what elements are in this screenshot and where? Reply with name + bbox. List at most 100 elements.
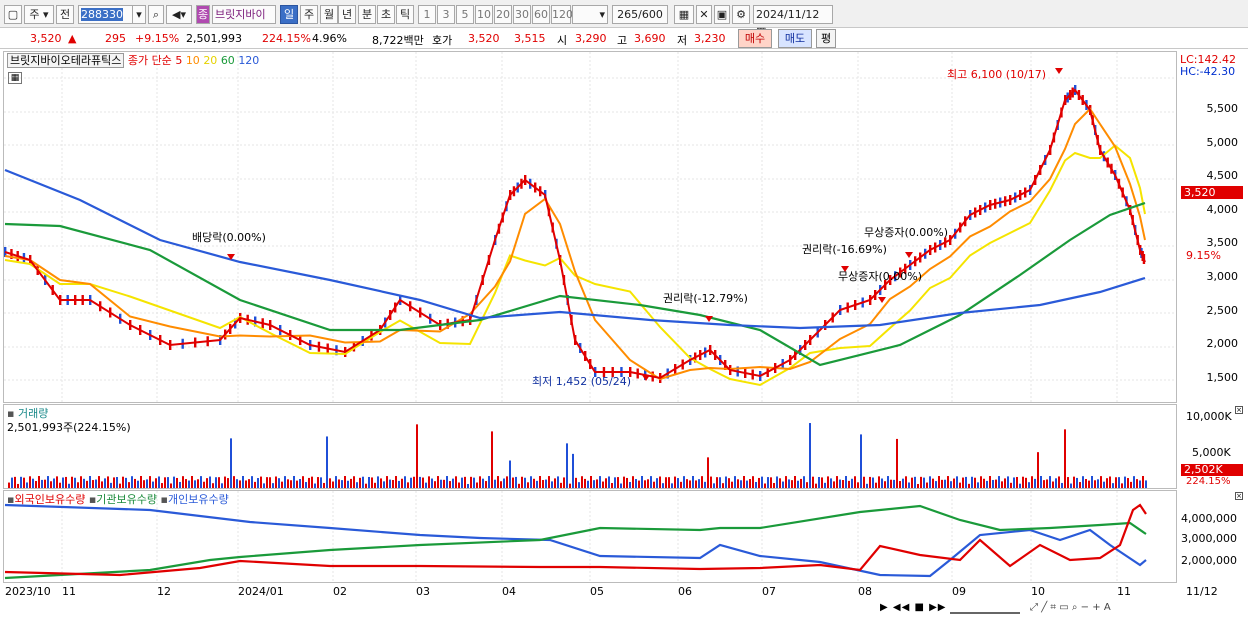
volume-bar — [689, 480, 691, 488]
volume-bar — [497, 476, 499, 488]
volume-bar — [761, 476, 763, 488]
volume-bar — [383, 481, 385, 488]
volume-bar — [827, 476, 829, 488]
volume-bar — [182, 476, 184, 488]
volume-bar — [59, 482, 61, 488]
volume-close-icon[interactable]: × — [1235, 406, 1243, 414]
zoom-icon[interactable]: ⌕ — [1072, 602, 1078, 613]
volume-bar — [599, 476, 601, 488]
volume-bar — [647, 479, 649, 488]
volume-bar — [1004, 478, 1006, 488]
volume-bar — [1118, 477, 1120, 488]
volume-bar — [89, 476, 91, 488]
volume-bar — [104, 478, 106, 488]
next-page-icon[interactable]: ▶▶ — [929, 602, 946, 613]
volume-bar — [1094, 480, 1096, 488]
volume-bar — [608, 476, 610, 488]
volume-bar — [767, 477, 769, 488]
volume-bar — [566, 443, 568, 488]
volume-bar — [233, 476, 235, 488]
volume-bar — [707, 457, 709, 488]
stop-icon[interactable]: ■ — [914, 602, 924, 613]
volume-bar — [461, 477, 463, 488]
volume-bar — [146, 479, 148, 488]
ma120-line — [4, 168, 1146, 330]
event-rights-2: 권리락(-16.69%) — [802, 243, 887, 256]
volume-bar — [479, 476, 481, 488]
line-tool-icon[interactable]: ╱ — [1041, 602, 1047, 613]
volume-bar — [902, 478, 904, 488]
volume-bar — [560, 482, 562, 488]
tool-icons: ⤢ ╱ ⌗ ▭ ⌕ − + A — [1030, 602, 1111, 613]
volume-bar — [113, 477, 115, 488]
volume-bar — [920, 476, 922, 488]
volume-bar — [74, 477, 76, 488]
volume-bar — [299, 479, 301, 488]
plus-icon[interactable]: + — [1092, 602, 1100, 613]
volume-bar — [650, 476, 652, 488]
prev-page-icon[interactable]: ◀◀ — [893, 602, 910, 613]
price-axis: 5,500 5,000 4,500 4,000 3,500 3,000 2,50… — [1178, 51, 1244, 403]
font-icon[interactable]: A — [1104, 602, 1111, 613]
volume-bar — [218, 477, 220, 488]
minus-icon[interactable]: − — [1081, 602, 1089, 613]
volume-bar — [269, 477, 271, 488]
event-arrow — [905, 252, 913, 258]
price-tick: 4,500 — [1206, 169, 1239, 182]
price-tick: 2,500 — [1206, 304, 1239, 317]
volume-bar — [923, 477, 925, 488]
holder-close-icon[interactable]: × — [1235, 492, 1243, 500]
volume-bar — [143, 480, 145, 488]
high-note: 최고 6,100 (10/17) — [947, 68, 1047, 81]
shape-tool-icon[interactable]: ▭ — [1059, 602, 1068, 613]
volume-bar — [575, 477, 577, 488]
table-icon[interactable]: ▦ — [8, 72, 22, 84]
volume-bar — [1013, 477, 1015, 488]
volume-bar — [137, 480, 139, 488]
volume-bar — [1040, 476, 1042, 488]
draw-tool-icon[interactable]: ⤢ — [1030, 602, 1038, 613]
x-tick: 05 — [590, 585, 604, 598]
holder-legend: ▪외국인보유수량 ▪기관보유수량 ▪개인보유수량 — [7, 491, 229, 507]
play-icon[interactable]: ▶ — [880, 602, 889, 613]
volume-bar — [704, 481, 706, 488]
volume-bar — [122, 476, 124, 488]
volume-bar — [989, 476, 991, 488]
volume-bar — [893, 479, 895, 488]
volume-bar — [260, 476, 262, 488]
volume-bar — [824, 482, 826, 488]
volume-bar — [1019, 483, 1021, 488]
volume-bar — [731, 481, 733, 488]
volume-bar — [161, 483, 163, 488]
event-arrow — [878, 297, 886, 303]
volume-bar — [452, 478, 454, 488]
volume-bar — [743, 476, 745, 488]
holder-tick: 4,000,000 — [1181, 512, 1237, 525]
volume-bar — [656, 478, 658, 488]
volume-bar — [632, 476, 634, 488]
volume-bar — [713, 483, 715, 488]
volume-bar — [320, 477, 322, 488]
text-tool-icon[interactable]: ⌗ — [1050, 602, 1056, 613]
volume-bar — [458, 482, 460, 488]
volume-bar — [1115, 477, 1117, 488]
volume-bar — [977, 482, 979, 488]
volume-bar — [653, 481, 655, 488]
price-tick: 3,500 — [1206, 236, 1239, 249]
volume-bar — [773, 483, 775, 488]
volume-bar — [1124, 476, 1126, 488]
volume-bar — [605, 478, 607, 488]
volume-bar — [1061, 482, 1063, 488]
chart-canvas — [4, 52, 1176, 582]
volume-bar — [1028, 482, 1030, 488]
current-price-pct: 9.15% — [1186, 249, 1221, 262]
volume-bar — [1046, 479, 1048, 488]
zoom-slider[interactable] — [950, 604, 1020, 614]
volume-bar — [593, 480, 595, 488]
volume-bar — [1139, 480, 1141, 488]
volume-bar — [209, 476, 211, 488]
volume-bar — [686, 479, 688, 488]
volume-bar — [473, 477, 475, 488]
volume-bar — [305, 482, 307, 488]
volume-bar — [1058, 476, 1060, 488]
